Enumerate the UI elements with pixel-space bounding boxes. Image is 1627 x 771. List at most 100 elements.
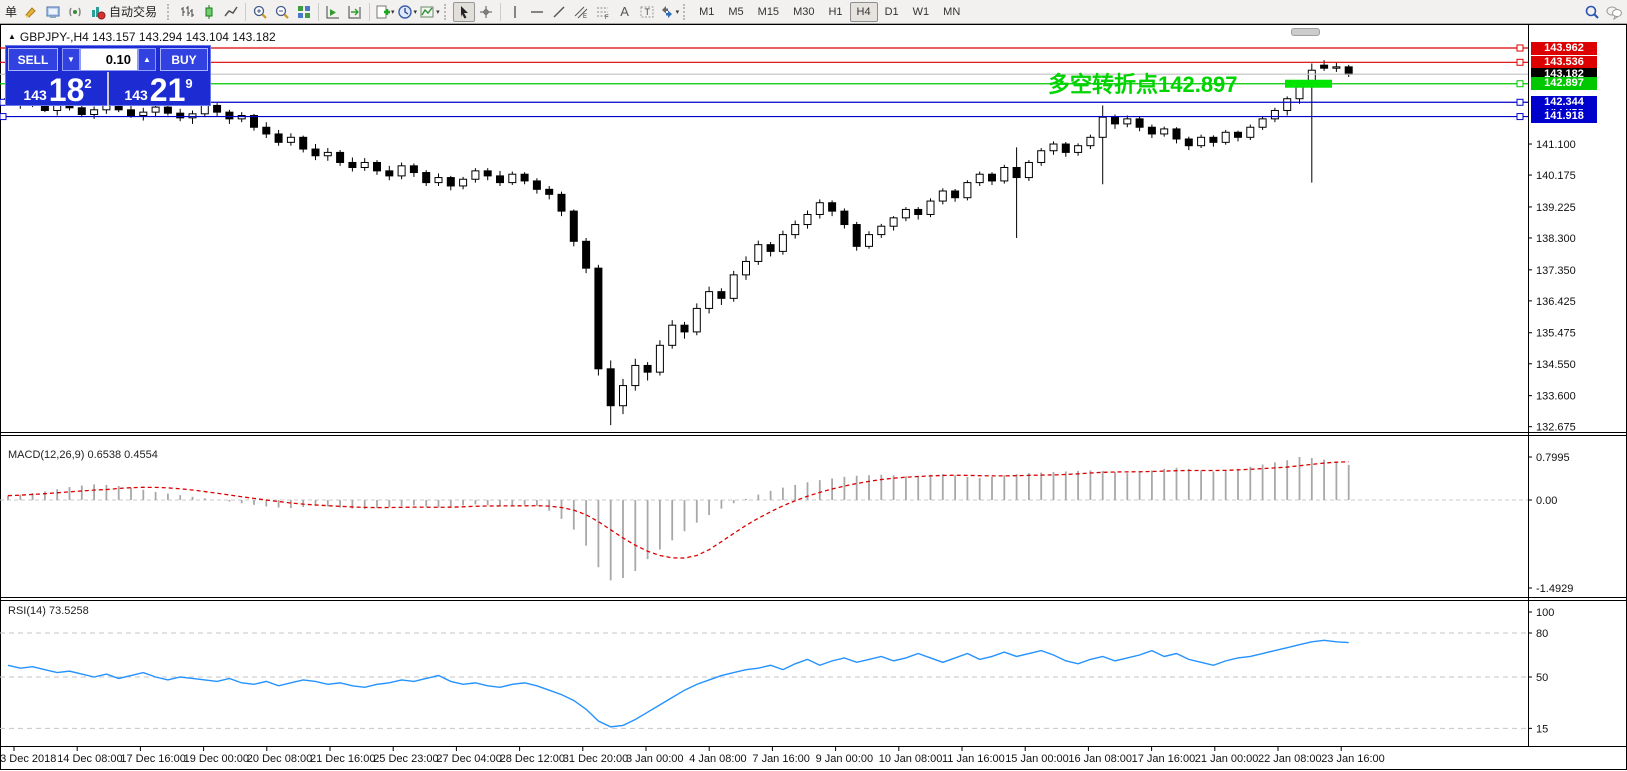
chart-scrollbar-thumb[interactable] [1291, 28, 1320, 36]
toolbar-grip [167, 4, 173, 20]
line-handle-marker[interactable] [1517, 59, 1523, 65]
timeframe-button-M15[interactable]: M15 [751, 2, 786, 22]
candle-body [1001, 168, 1008, 181]
candle-body [1259, 119, 1266, 127]
arrows-tool-button[interactable]: ▾ [658, 2, 681, 22]
zoom-out-icon[interactable] [271, 2, 293, 22]
fibonacci-tool-icon[interactable]: F [592, 2, 614, 22]
line-handle-marker[interactable] [0, 114, 6, 120]
dropdown-caret-icon: ▾ [676, 8, 680, 16]
candle-body [447, 178, 454, 186]
volume-input[interactable] [80, 48, 138, 71]
highlighter-icon[interactable] [20, 2, 42, 22]
price-tag-142.344: 142.344 [1531, 96, 1597, 109]
sell-price-display[interactable]: 143 18 2 [8, 72, 107, 106]
buy-button[interactable]: BUY [160, 48, 208, 71]
time-axis-label: 17 Dec 16:00 [120, 753, 185, 765]
horizontal-line-tool-icon[interactable] [526, 2, 548, 22]
collapse-triangle-icon[interactable]: ▲ [8, 32, 16, 41]
autotrading-button[interactable]: 自动交易 [86, 2, 164, 22]
toolbar-separator [369, 3, 370, 21]
buy-price-display[interactable]: 143 21 9 [109, 72, 208, 106]
time-axis-label: 21 Dec 16:00 [310, 753, 375, 765]
chart-canvas[interactable]: 141.100140.175139.225138.300137.350136.4… [0, 0, 1627, 771]
time-axis-label: 27 Dec 04:00 [436, 753, 501, 765]
rsi-axis-label: 50 [1536, 672, 1548, 684]
zoom-in-icon[interactable] [249, 2, 271, 22]
candle-body [1247, 127, 1254, 137]
mt4-terminal-window: 单 自动交易 ▾ ▾ ▾ E F A T ▾ M1M [0, 0, 1627, 771]
bar-chart-mode-icon[interactable] [176, 2, 198, 22]
timeframe-button-H1[interactable]: H1 [821, 2, 849, 22]
timeframe-button-M30[interactable]: M30 [786, 2, 821, 22]
sell-button[interactable]: SELL [8, 48, 58, 71]
trendline-tool-icon[interactable] [548, 2, 570, 22]
volume-increase-button[interactable]: ▲ [138, 48, 156, 71]
line-handle-marker[interactable] [1517, 114, 1523, 120]
text-tool-icon[interactable]: A [614, 2, 636, 22]
candlestick-mode-icon[interactable] [198, 2, 220, 22]
candle-body [939, 191, 946, 201]
line-handle-marker[interactable] [1517, 45, 1523, 51]
line-handle-marker[interactable] [1517, 81, 1523, 87]
candle-body [743, 261, 750, 274]
search-icon[interactable] [1581, 2, 1603, 22]
candle-body [878, 226, 885, 234]
chat-icon[interactable] [1603, 2, 1625, 22]
timeframe-button-H4[interactable]: H4 [850, 2, 878, 22]
candle-body [214, 105, 221, 112]
cursor-tool-icon[interactable] [453, 2, 475, 22]
screenshot-icon[interactable] [42, 2, 64, 22]
timeframe-button-D1[interactable]: D1 [878, 2, 906, 22]
text-label-tool-icon[interactable]: T [636, 2, 658, 22]
tile-windows-icon[interactable] [293, 2, 315, 22]
time-axis-label: 31 Dec 20:00 [563, 753, 628, 765]
candle-body [41, 105, 48, 110]
candle-body [521, 174, 528, 181]
candle-body [1099, 117, 1106, 137]
candle-body [927, 201, 934, 214]
candle-body [1173, 129, 1180, 139]
crosshair-tool-icon[interactable] [475, 2, 497, 22]
symbol-ohlc-text: GBPJPY-,H4 143.157 143.294 143.104 143.1… [20, 30, 276, 44]
candle-body [1087, 137, 1094, 145]
candle-body [1222, 132, 1229, 142]
line-handle-marker[interactable] [1517, 99, 1523, 105]
candle-body [829, 203, 836, 211]
candle-body [902, 209, 909, 217]
time-axis-label: 23 Jan 16:00 [1321, 753, 1385, 765]
candle-body [1148, 127, 1155, 134]
timeframe-button-MN[interactable]: MN [936, 2, 967, 22]
auto-scroll-icon[interactable] [322, 2, 344, 22]
period-clock-button[interactable]: ▾ [396, 2, 419, 22]
vertical-line-tool-icon[interactable] [504, 2, 526, 22]
new-order-button[interactable]: ▾ [373, 2, 396, 22]
green-pivot-bar[interactable] [1285, 80, 1332, 88]
timeframe-button-M5[interactable]: M5 [721, 2, 750, 22]
sell-price-prefix: 143 [23, 87, 46, 103]
price-tick-label: 134.550 [1536, 359, 1576, 371]
chart-annotation-text[interactable]: 多空转折点142.897 [1048, 67, 1238, 99]
candle-body [1284, 99, 1291, 111]
candle-body [1198, 137, 1205, 145]
timeframe-button-W1[interactable]: W1 [906, 2, 937, 22]
indicators-button[interactable]: ▾ [418, 2, 441, 22]
time-axis-label: 15 Jan 00:00 [1005, 753, 1069, 765]
timeframe-button-M1[interactable]: M1 [692, 2, 721, 22]
candle-body [718, 292, 725, 299]
menu-item-order[interactable]: 单 [2, 3, 20, 20]
price-tick-label: 132.675 [1536, 422, 1576, 434]
candle-body [324, 152, 331, 155]
svg-text:E: E [583, 14, 587, 20]
line-chart-mode-icon[interactable] [220, 2, 242, 22]
volume-decrease-button[interactable]: ▼ [62, 48, 80, 71]
time-axis-label: 17 Jan 16:00 [1132, 753, 1196, 765]
candle-body [681, 325, 688, 332]
candle-body [189, 114, 196, 118]
time-axis-label: 20 Dec 08:00 [247, 753, 312, 765]
equidistant-channel-tool-icon[interactable]: E [570, 2, 592, 22]
signal-antenna-icon[interactable] [64, 2, 86, 22]
price-tick-label: 141.100 [1536, 139, 1576, 151]
chart-shift-icon[interactable] [344, 2, 366, 22]
candle-body [1112, 117, 1119, 124]
